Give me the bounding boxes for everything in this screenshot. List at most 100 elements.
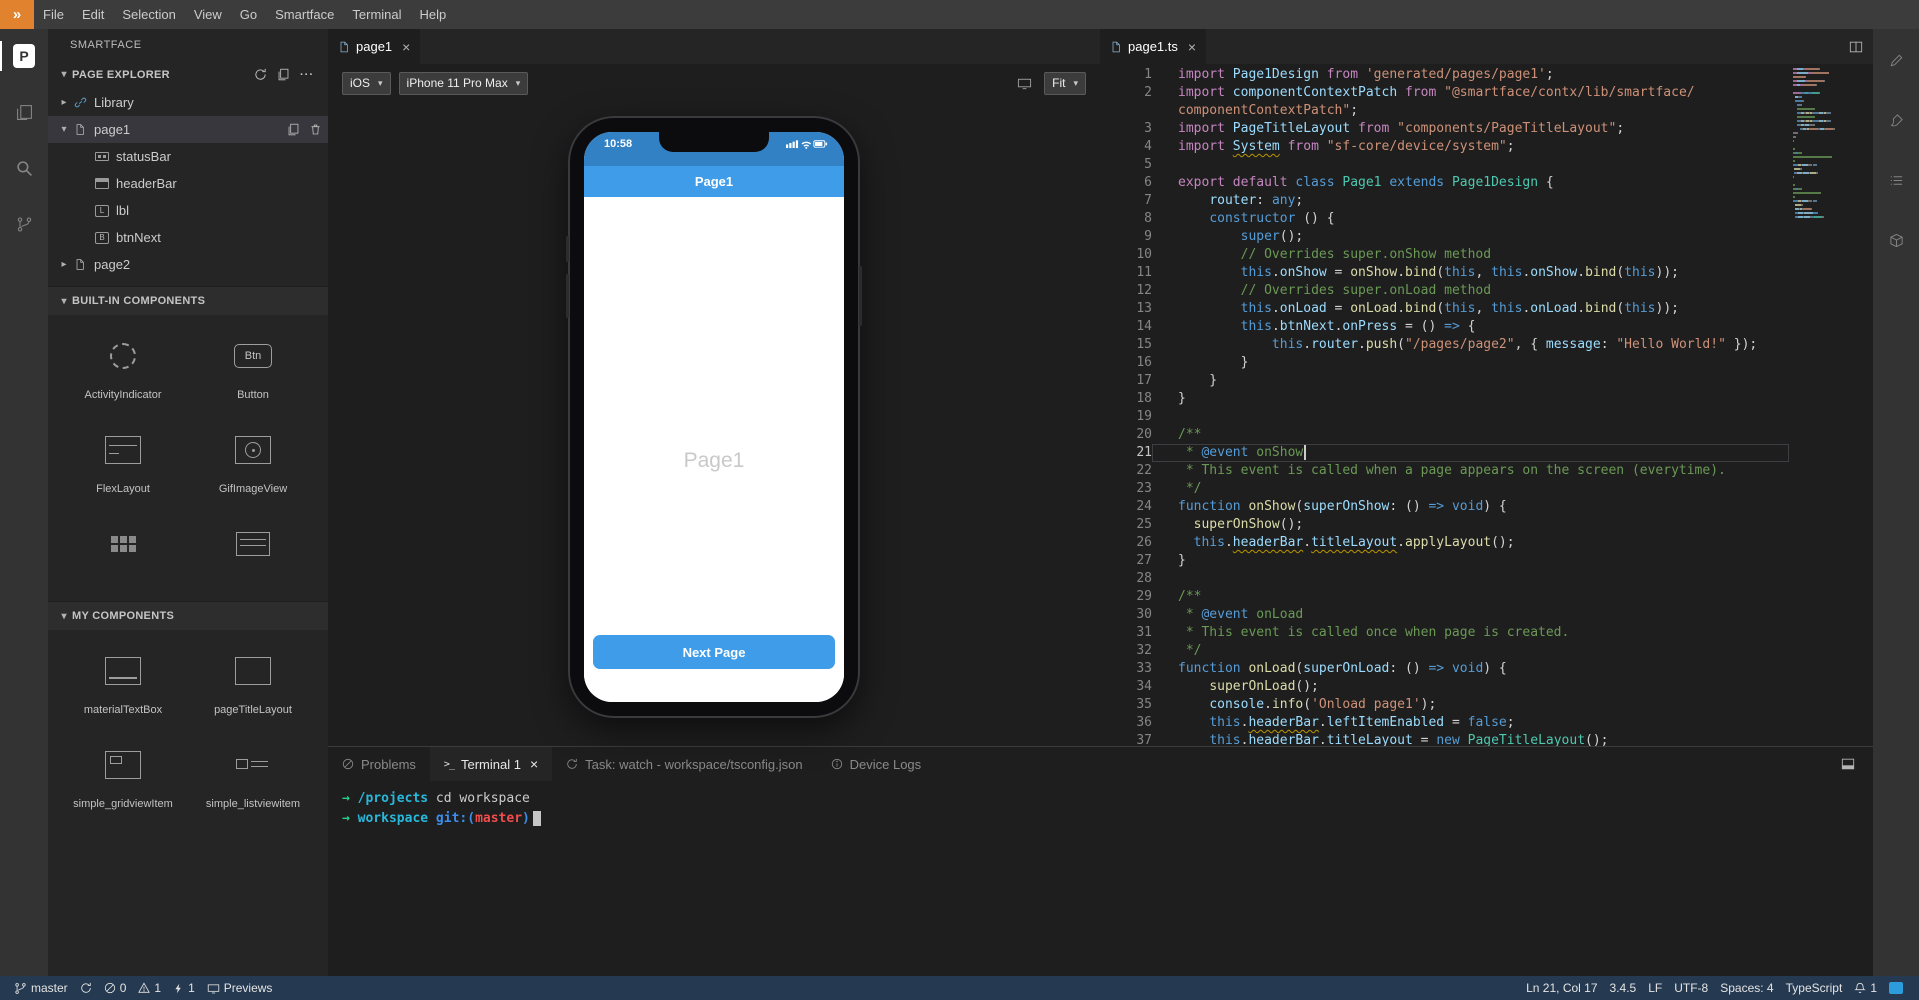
status-eol[interactable]: LF [1642,976,1668,1000]
device-emulator[interactable]: 10:58 Page1 Page1 Next Page [566,116,862,718]
menu-item-edit[interactable]: Edit [73,0,113,29]
component-simple_listviewitem[interactable]: simple_listviewitem [206,744,300,810]
status-sync[interactable] [74,976,98,1000]
panel-tab-terminal-1[interactable]: >_ Terminal 1 × [429,747,553,781]
menu-item-file[interactable]: File [34,0,73,29]
list-component-icon [236,523,270,565]
chevron-down-icon[interactable]: ▾ [56,124,72,135]
tab-page1-ts[interactable]: page1.ts × [1100,29,1208,64]
section-header-0[interactable]: ▾ BUILT-IN COMPONENTS [48,286,328,315]
component-label: FlexLayout [96,483,150,495]
line-number: 16 [1136,355,1152,370]
tree-item-page1[interactable]: ▾ page1 [48,116,328,143]
tree-item-statusbar[interactable]: statusBar [48,143,328,170]
close-icon[interactable]: × [530,756,538,772]
outline-list-icon[interactable] [1873,163,1919,197]
split-editor-icon[interactable] [1839,29,1873,64]
close-icon[interactable]: × [1188,39,1196,55]
component-GifImageView[interactable]: GifImageView [219,429,287,495]
pages-explorer-icon[interactable] [0,39,48,73]
status-errors[interactable]: 0 [98,976,133,1000]
tree-item-actions [287,123,322,136]
line-number: 5 [1144,157,1152,172]
warning-icon [138,982,151,994]
status-notifications[interactable]: 1 [1848,976,1883,1000]
status-tasks[interactable]: 1 [167,976,201,1000]
status-version[interactable]: 3.4.5 [1604,976,1643,1000]
status-encoding[interactable]: UTF-8 [1668,976,1714,1000]
tree-item-page2[interactable]: ▸ page2 [48,251,328,278]
os-select[interactable]: iOS ▾ [342,71,391,95]
component-Button[interactable]: Button [234,335,272,401]
component-ActivityIndicator[interactable]: ActivityIndicator [84,335,162,401]
refresh-icon[interactable] [254,68,267,81]
modules-cube-icon[interactable] [1873,223,1919,257]
tree-item-btnnext[interactable]: BbtnNext [48,224,328,251]
panel-layout-icon[interactable] [1831,757,1865,771]
component-sections: ▾ BUILT-IN COMPONENTS ActivityIndicator But… [48,286,328,834]
status-feedback[interactable] [1883,976,1909,1000]
component-simple_gridviewItem[interactable]: simple_gridviewItem [73,744,173,810]
next-page-button[interactable]: Next Page [593,635,835,669]
chevron-right-icon[interactable]: ▸ [56,97,72,108]
menu-item-view[interactable]: View [185,0,231,29]
status-indentation[interactable]: Spaces: 4 [1714,976,1779,1000]
delete-icon[interactable] [309,123,322,136]
component-pageTitleLayout[interactable]: pageTitleLayout [214,650,292,716]
component-FlexLayout[interactable]: FlexLayout [96,429,150,495]
close-icon[interactable]: × [402,39,410,55]
panel-tab-task-watch-workspace-tsconfig-json[interactable]: Task: watch - workspace/tsconfig.json [552,747,816,781]
menu-item-go[interactable]: Go [231,0,266,29]
page-explorer-header[interactable]: ▾ PAGE EXPLORER ··· [48,60,328,89]
tree-item-lbl[interactable]: Llbl [48,197,328,224]
minimap-line [1793,144,1859,146]
zoom-select[interactable]: Fit ▾ [1044,71,1086,95]
panel-tab-problems[interactable]: Problems [328,747,430,781]
search-icon[interactable] [0,151,48,185]
duplicate-icon[interactable] [287,123,300,136]
status-language-mode[interactable]: TypeScript [1780,976,1849,1000]
panel-tab-label: Device Logs [849,756,922,772]
component-materialTextBox[interactable]: materialTextBox [84,650,162,716]
menu-item-help[interactable]: Help [411,0,456,29]
textbox-component-icon [104,650,141,692]
status-label: 3.4.5 [1609,981,1637,995]
tree-item-headerbar[interactable]: headerBar [48,170,328,197]
minimap-line [1793,84,1859,86]
code-text: /** [1178,427,1202,442]
theme-brush-icon[interactable] [1873,103,1919,137]
tab-page1-preview[interactable]: page1 × [328,29,422,64]
menu-item-smartface[interactable]: Smartface [266,0,343,29]
chevron-right-icon[interactable]: ▸ [56,259,72,270]
code-text: super(); [1240,229,1304,244]
menu-item-selection[interactable]: Selection [113,0,184,29]
component-list[interactable] [236,523,270,577]
line-number: 24 [1136,499,1152,514]
section-title: MY COMPONENTS [72,610,175,622]
more-actions-icon[interactable]: ··· [300,69,314,81]
files-icon[interactable] [0,95,48,129]
status-previews[interactable]: Previews [201,976,279,1000]
code-line-15: 15 this.router.push("/pages/page2", { me… [1100,336,1789,354]
code-text: constructor () { [1209,211,1335,226]
minimap[interactable] [1793,68,1859,220]
status-git-branch[interactable]: master [8,976,74,1000]
device-select[interactable]: iPhone 11 Pro Max ▾ [398,71,529,95]
tree-item-library[interactable]: ▸ Library [48,89,328,116]
page-explorer-tree: ▸ Library ▾ page1 statusBar headerBar Llbl Bbtn… [48,89,328,286]
terminal-output[interactable]: → /projects cd workspace → workspace git:… [328,781,1873,976]
status-warnings[interactable]: 1 [132,976,167,1000]
component-grid[interactable] [110,523,136,577]
source-control-icon[interactable] [0,207,48,241]
status-cursor-position[interactable]: Ln 21, Col 17 [1520,976,1603,1000]
section-header-1[interactable]: ▾ MY COMPONENTS [48,601,328,630]
duplicate-icon[interactable] [277,68,290,81]
smartface-logo-icon[interactable] [0,0,34,29]
menu-item-terminal[interactable]: Terminal [343,0,410,29]
panel-tab-device-logs[interactable]: Device Logs [817,747,936,781]
code-editor[interactable]: 1 import Page1Design from 'generated/page… [1100,64,1873,746]
device-screen-icon[interactable] [1017,76,1032,91]
line-number: 2 [1144,85,1152,100]
component-label: simple_listviewitem [205,798,301,810]
design-editor-icon[interactable] [1873,43,1919,77]
